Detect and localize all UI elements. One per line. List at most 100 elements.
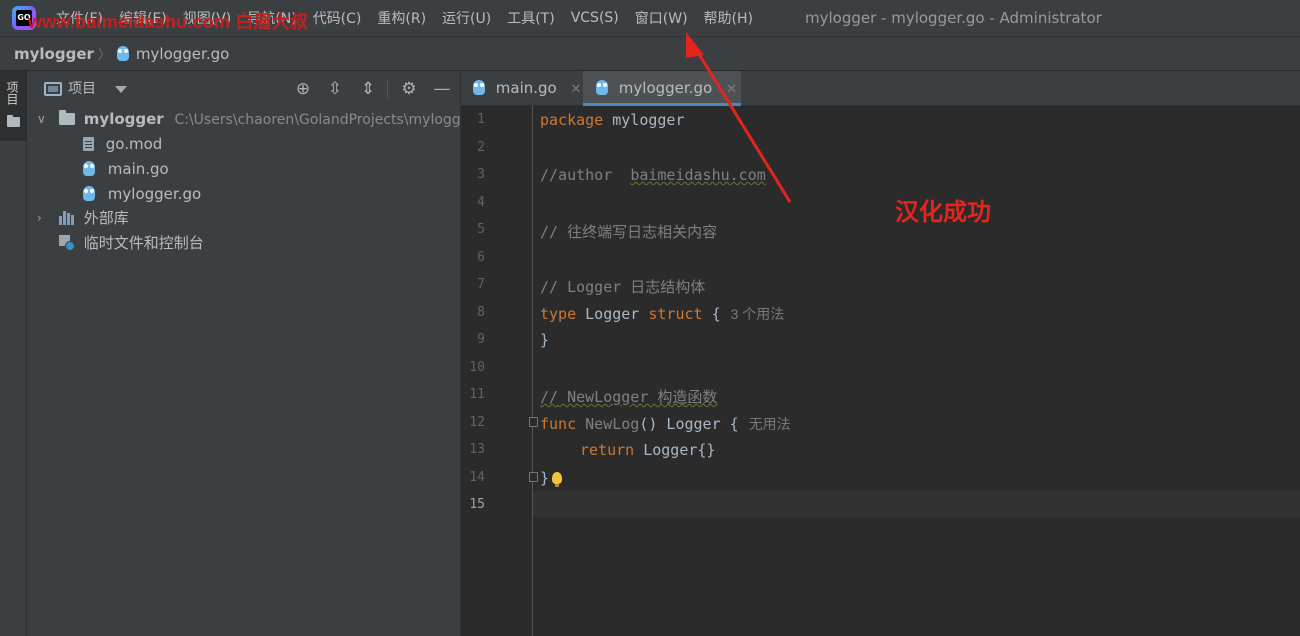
code-token: type: [540, 305, 577, 323]
line-number: 4: [477, 195, 485, 210]
usages-hint[interactable]: 3 个用法: [731, 306, 785, 322]
current-line-highlight: [461, 491, 1300, 518]
line-number: 8: [477, 305, 485, 320]
editor-tab-bar: main.go ✕ mylogger.go ✕: [461, 71, 1300, 106]
code-token: struct: [648, 305, 703, 323]
menu-bar: GO 文件(F) 编辑(E) 视图(V) 导航(N) 代码(C) 重构(R) 运…: [0, 0, 1300, 36]
go-file-icon: [473, 80, 485, 95]
line-number: 3: [477, 167, 485, 182]
folder-icon: [59, 110, 75, 125]
chevron-right-icon[interactable]: ›: [37, 206, 42, 231]
breadcrumb: mylogger 〉 mylogger.go: [0, 36, 1300, 71]
code-token: return: [580, 441, 635, 459]
chevron-down-icon[interactable]: [115, 86, 127, 93]
code-line-5[interactable]: // 往终端写日志相关内容: [540, 221, 717, 242]
code-line-3[interactable]: //author baimeidashu.com: [540, 166, 766, 184]
line-number: 13: [469, 442, 485, 457]
code-token: NewLogger 构造函数: [558, 388, 718, 406]
locate-icon[interactable]: ⊕: [293, 79, 313, 99]
menu-vcs[interactable]: VCS(S): [563, 10, 627, 26]
breadcrumb-project[interactable]: mylogger: [14, 45, 94, 63]
toolbar-divider: [387, 80, 388, 98]
code-token: NewLog: [576, 415, 640, 433]
tree-item-label: 外部库: [83, 209, 129, 227]
code-token: Logger{}: [634, 441, 716, 459]
menu-refactor[interactable]: 重构(R): [369, 8, 434, 28]
tab-label: main.go: [495, 79, 557, 97]
tree-item-label: 临时文件和控制台: [83, 234, 204, 252]
tree-item-scratches[interactable]: 临时文件和控制台: [59, 231, 204, 256]
code-line-8[interactable]: type Logger struct {3 个用法: [540, 304, 784, 324]
go-file-icon: [596, 80, 608, 95]
code-token: package: [540, 111, 604, 129]
hide-icon[interactable]: —: [432, 79, 452, 99]
folder-icon: [7, 115, 20, 127]
code-token: () Logger {: [639, 415, 739, 433]
go-file-icon: [83, 186, 95, 201]
code-token: func: [540, 415, 577, 433]
close-icon[interactable]: ✕: [571, 82, 582, 97]
menu-window[interactable]: 窗口(W): [627, 8, 696, 28]
project-tool-tab-label: 项目: [5, 81, 19, 105]
breadcrumb-separator-icon: 〉: [97, 48, 111, 63]
tree-item-mylogger-go[interactable]: mylogger.go: [83, 182, 201, 207]
line-number: 1: [477, 112, 485, 127]
menu-help[interactable]: 帮助(H): [696, 8, 761, 28]
code-line-9[interactable]: }: [540, 331, 549, 349]
go-file-icon: [83, 161, 95, 176]
usages-hint[interactable]: 无用法: [749, 416, 791, 432]
gear-icon[interactable]: ⚙: [399, 79, 419, 99]
code-line-14[interactable]: }: [540, 469, 549, 487]
left-tool-strip: 项目: [0, 71, 27, 636]
fold-marker-icon[interactable]: [529, 417, 538, 427]
line-number: 7: [477, 277, 485, 292]
tree-item-external-libraries[interactable]: › 外部库: [37, 206, 129, 231]
expand-all-icon[interactable]: ⇳: [325, 79, 345, 99]
annotation-text: 汉化成功: [895, 198, 991, 226]
line-number: 14: [469, 470, 485, 485]
code-line-13[interactable]: return Logger{}: [580, 441, 715, 459]
code-line-1[interactable]: package mylogger: [540, 111, 685, 129]
tree-item-go-mod[interactable]: go.mod: [83, 132, 162, 157]
code-line-11[interactable]: // NewLogger 构造函数: [540, 386, 717, 407]
menu-tools[interactable]: 工具(T): [499, 8, 562, 28]
code-editor: main.go ✕ mylogger.go ✕ 1 2 3 4 5 6 7 8 …: [461, 71, 1300, 636]
tab-mylogger-go[interactable]: mylogger.go ✕: [583, 71, 741, 106]
code-token: //: [540, 388, 559, 406]
watermark: www.baimeidashu.com 白眉大叔: [28, 12, 309, 32]
menu-run[interactable]: 运行(U): [434, 8, 499, 28]
gutter-divider: [532, 106, 533, 636]
code-token: //author: [540, 166, 631, 184]
close-icon[interactable]: ✕: [726, 82, 737, 97]
code-token: mylogger: [603, 111, 685, 129]
code-line-12[interactable]: func NewLog() Logger { 无用法: [540, 414, 791, 434]
breadcrumb-file[interactable]: mylogger.go: [136, 45, 229, 63]
code-token: }: [540, 469, 550, 487]
code-token: // 往终端写日志相关内容: [540, 223, 718, 241]
menu-code[interactable]: 代码(C): [305, 8, 370, 28]
tree-root-name: mylogger: [83, 110, 164, 128]
tree-root-path: C:\Users\chaoren\GolandProjects\mylogger: [174, 112, 476, 128]
window-title: mylogger - mylogger.go - Administrator: [805, 9, 1102, 27]
tab-main-go[interactable]: main.go ✕: [473, 71, 581, 106]
file-icon: [83, 137, 94, 151]
line-number: 11: [469, 387, 485, 402]
library-icon: [59, 211, 75, 225]
fold-marker-icon[interactable]: [529, 472, 538, 482]
chevron-down-icon[interactable]: ∨: [37, 107, 46, 132]
line-number: 2: [477, 140, 485, 155]
lightbulb-icon[interactable]: [552, 472, 562, 487]
line-number-current: 15: [469, 497, 485, 512]
line-number: 12: [469, 415, 485, 430]
collapse-all-icon[interactable]: ⇕: [358, 79, 378, 99]
project-tool-tab[interactable]: 项目: [0, 71, 27, 141]
project-panel-title[interactable]: 项目: [68, 71, 96, 107]
project-panel: 项目 ⊕ ⇳ ⇕ ⚙ — ∨ mylogger C:\Users\chaoren…: [27, 71, 475, 636]
line-number: 5: [477, 222, 485, 237]
line-number: 10: [469, 360, 485, 375]
project-panel-header: 项目 ⊕ ⇳ ⇕ ⚙ —: [27, 71, 461, 107]
code-line-7[interactable]: // Logger 日志结构体: [540, 276, 705, 297]
tree-item-root[interactable]: ∨ mylogger C:\Users\chaoren\GolandProjec…: [37, 107, 475, 132]
tree-item-main-go[interactable]: main.go: [83, 157, 169, 182]
code-token: // Logger 日志结构体: [540, 278, 706, 296]
